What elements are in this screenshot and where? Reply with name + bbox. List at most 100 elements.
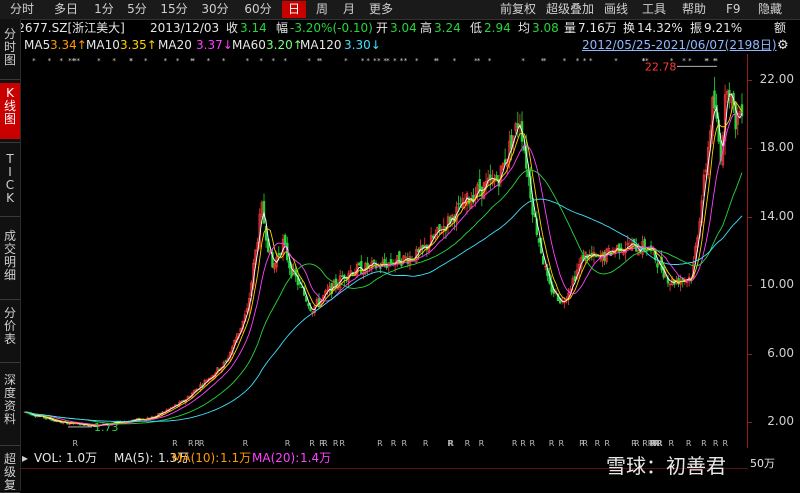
sidebar-item-0[interactable]: 分时图 xyxy=(0,24,20,76)
event-star-marker[interactable]: * xyxy=(713,57,717,65)
dividend-r-marker[interactable]: R xyxy=(423,439,429,448)
dividend-r-marker[interactable]: R xyxy=(512,439,518,448)
event-star-marker[interactable]: * xyxy=(207,57,211,65)
menu-6[interactable]: 隐藏 xyxy=(758,1,782,18)
sidebar-item-2[interactable]: TICK xyxy=(0,149,20,213)
dividend-r-marker[interactable]: R xyxy=(447,439,453,448)
event-star-marker[interactable]: * xyxy=(404,57,408,65)
event-star-marker[interactable]: * xyxy=(48,57,52,65)
event-star-marker[interactable]: * xyxy=(642,57,646,65)
dividend-r-marker[interactable]: R xyxy=(465,439,471,448)
dividend-r-marker[interactable]: R xyxy=(642,439,648,448)
dividend-r-marker[interactable]: R xyxy=(595,439,601,448)
event-star-marker[interactable]: * xyxy=(393,57,397,65)
sidebar-item-4[interactable]: 分价表 xyxy=(0,303,20,359)
sidebar-item-3[interactable]: 成交明细 xyxy=(0,226,20,296)
event-star-marker[interactable]: * xyxy=(112,57,116,65)
dividend-r-marker[interactable]: R xyxy=(701,439,707,448)
dividend-r-marker[interactable]: R xyxy=(73,439,79,448)
event-star-marker[interactable]: * xyxy=(97,57,101,65)
period-tab-8[interactable]: 周 xyxy=(310,1,334,18)
event-star-marker[interactable]: * xyxy=(246,57,250,65)
event-star-marker[interactable]: * xyxy=(191,57,195,65)
dividend-r-marker[interactable]: R xyxy=(582,439,588,448)
event-star-marker[interactable]: * xyxy=(583,57,587,65)
dividend-r-marker[interactable]: R xyxy=(529,439,535,448)
event-star-marker[interactable]: * xyxy=(488,57,492,65)
dividend-r-marker[interactable]: R xyxy=(657,439,663,448)
event-star-marker[interactable]: * xyxy=(272,57,276,65)
event-star-marker[interactable]: * xyxy=(670,57,674,65)
event-star-marker[interactable]: * xyxy=(176,57,180,65)
dividend-r-marker[interactable]: R xyxy=(549,439,555,448)
event-star-marker[interactable]: * xyxy=(317,57,321,65)
event-star-marker[interactable]: * xyxy=(259,57,263,65)
sidebar-item-5[interactable]: 深度资料 xyxy=(0,370,20,442)
event-star-marker[interactable]: * xyxy=(361,57,365,65)
dividend-r-marker[interactable]: R xyxy=(479,439,485,448)
event-star-marker[interactable]: * xyxy=(400,57,404,65)
dividend-r-marker[interactable]: R xyxy=(520,439,526,448)
event-star-marker[interactable]: * xyxy=(688,57,692,65)
event-star-marker[interactable]: * xyxy=(129,57,133,65)
date-range[interactable]: 2012/05/25-2021/06/07(2198日) xyxy=(582,37,777,54)
dividend-r-marker[interactable]: R xyxy=(668,439,674,448)
event-star-marker[interactable]: * xyxy=(32,57,36,65)
event-star-marker[interactable]: * xyxy=(682,57,686,65)
event-star-marker[interactable]: * xyxy=(645,57,649,65)
dividend-r-marker[interactable]: R xyxy=(604,439,610,448)
event-star-marker[interactable]: * xyxy=(222,57,226,65)
event-star-marker[interactable]: * xyxy=(366,57,370,65)
event-star-marker[interactable]: * xyxy=(76,57,80,65)
event-star-marker[interactable]: * xyxy=(68,57,72,65)
dividend-r-marker[interactable]: R xyxy=(401,439,407,448)
menu-2[interactable]: 画线 xyxy=(604,1,628,18)
dividend-r-marker[interactable]: R xyxy=(723,439,729,448)
event-star-marker[interactable]: * xyxy=(307,57,311,65)
dividend-r-marker[interactable]: R xyxy=(634,439,640,448)
dividend-r-marker[interactable]: R xyxy=(558,439,564,448)
dividend-r-marker[interactable]: R xyxy=(686,439,692,448)
period-tab-0[interactable]: 分时 xyxy=(2,1,42,18)
menu-5[interactable]: F9 xyxy=(726,1,741,18)
menu-0[interactable]: 前复权 xyxy=(500,1,536,18)
event-star-marker[interactable]: * xyxy=(541,57,545,65)
event-star-marker[interactable]: * xyxy=(614,57,618,65)
sidebar-item-6[interactable]: 超级复 xyxy=(0,449,20,492)
event-star-marker[interactable]: * xyxy=(283,57,287,65)
period-tab-10[interactable]: 更多 xyxy=(364,1,398,18)
period-tab-9[interactable]: 月 xyxy=(338,1,360,18)
event-star-marker[interactable]: * xyxy=(59,57,63,65)
event-star-marker[interactable]: * xyxy=(576,57,580,65)
event-star-marker[interactable]: * xyxy=(386,57,390,65)
period-tab-2[interactable]: 1分 xyxy=(90,1,118,18)
event-star-marker[interactable]: * xyxy=(144,57,148,65)
settings-gear-icon[interactable]: ⚙ xyxy=(777,37,789,54)
event-star-marker[interactable]: * xyxy=(453,57,457,65)
period-tab-1[interactable]: 多日 xyxy=(46,1,86,18)
event-star-marker[interactable]: * xyxy=(434,57,438,65)
dividend-r-marker[interactable]: R xyxy=(309,439,315,448)
period-tab-3[interactable]: 5分 xyxy=(122,1,152,18)
period-tab-7[interactable]: 日 xyxy=(282,1,306,18)
dividend-r-marker[interactable]: R xyxy=(172,439,178,448)
menu-1[interactable]: 超级叠加 xyxy=(546,1,594,18)
event-star-marker[interactable]: * xyxy=(563,57,567,65)
event-star-marker[interactable]: * xyxy=(344,57,348,65)
event-star-marker[interactable]: * xyxy=(415,57,419,65)
dividend-r-marker[interactable]: R xyxy=(649,439,655,448)
event-star-marker[interactable]: * xyxy=(164,57,168,65)
period-tab-5[interactable]: 30分 xyxy=(196,1,234,18)
dividend-r-marker[interactable]: R xyxy=(377,439,383,448)
menu-4[interactable]: 帮助 xyxy=(682,1,706,18)
dividend-r-marker[interactable]: R xyxy=(188,439,194,448)
event-star-marker[interactable]: * xyxy=(474,57,478,65)
dividend-r-marker[interactable]: R xyxy=(713,439,719,448)
event-star-marker[interactable]: * xyxy=(589,57,593,65)
event-star-marker[interactable]: * xyxy=(706,57,710,65)
dividend-r-marker[interactable]: R xyxy=(285,439,291,448)
dividend-r-marker[interactable]: R xyxy=(391,439,397,448)
dividend-r-marker[interactable]: R xyxy=(243,439,249,448)
dividend-r-marker[interactable]: R xyxy=(319,439,325,448)
event-star-marker[interactable]: * xyxy=(377,57,381,65)
